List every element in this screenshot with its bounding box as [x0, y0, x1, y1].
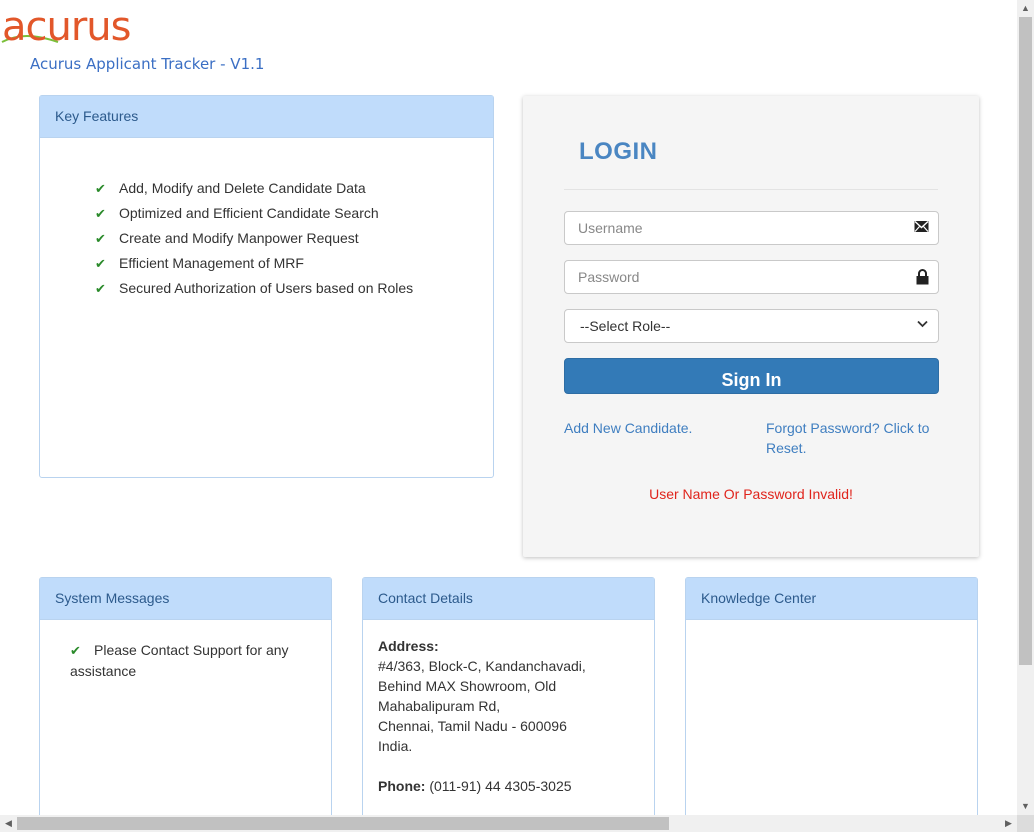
knowledge-center-panel: Knowledge Center [685, 577, 978, 827]
login-error-message: User Name Or Password Invalid! [649, 486, 853, 502]
address-line: #4/363, Block-C, Kandanchavadi, [378, 658, 586, 674]
login-panel: LOGIN --Select Role-- Sign In Add New Ca… [523, 96, 979, 557]
scrollbar-corner [1017, 815, 1034, 832]
contact-details-panel: Contact Details Address: #4/363, Block-C… [362, 577, 655, 827]
password-field[interactable] [564, 260, 939, 294]
add-new-candidate-link[interactable]: Add New Candidate. [564, 418, 692, 438]
phone-row: Phone: (011-91) 44 4305-3025 [378, 776, 639, 796]
username-field[interactable] [564, 211, 939, 245]
scroll-up-arrow-icon[interactable]: ▲ [1017, 0, 1034, 17]
login-title: LOGIN [579, 138, 658, 165]
address-line: Behind MAX Showroom, Old [378, 678, 557, 694]
scroll-right-arrow-icon[interactable]: ▶ [1000, 815, 1017, 832]
check-icon: ✔ [95, 181, 106, 196]
address-line: Chennai, Tamil Nadu - 600096 [378, 718, 567, 734]
phone-label: Phone: [378, 778, 426, 794]
contact-body: Address: #4/363, Block-C, Kandanchavadi,… [363, 620, 654, 796]
lock-icon [916, 269, 929, 285]
login-divider [564, 189, 938, 190]
feature-list: ✔ Add, Modify and Delete Candidate Data ✔… [40, 138, 493, 303]
vertical-scrollbar[interactable]: ▲ ▼ [1017, 0, 1034, 815]
system-message: ✔ Please Contact Support for any assistan… [40, 620, 300, 681]
feature-label: Secured Authorization of Users based on … [119, 280, 414, 296]
scroll-down-arrow-icon[interactable]: ▼ [1017, 798, 1034, 815]
scroll-left-arrow-icon[interactable]: ◀ [0, 815, 17, 832]
app-subtitle: Acurus Applicant Tracker - V1.1 [30, 55, 265, 73]
address-line: India. [378, 738, 413, 754]
knowledge-center-heading: Knowledge Center [686, 578, 977, 620]
feature-label: Create and Modify Manpower Request [119, 230, 359, 246]
sign-in-button[interactable]: Sign In [564, 358, 939, 394]
list-item: ✔ Add, Modify and Delete Candidate Data [95, 178, 493, 203]
list-item: ✔ Secured Authorization of Users based on… [95, 278, 493, 303]
feature-label: Optimized and Efficient Candidate Search [119, 205, 379, 221]
check-icon: ✔ [95, 281, 106, 296]
key-features-heading: Key Features [40, 96, 493, 138]
list-item: ✔ Efficient Management of MRF [95, 253, 493, 278]
username-input[interactable] [576, 212, 900, 244]
feature-label: Add, Modify and Delete Candidate Data [119, 180, 366, 196]
horizontal-scrollbar[interactable]: ◀ ▶ [0, 815, 1017, 832]
address-label: Address: [378, 638, 439, 654]
check-icon: ✔ [95, 231, 106, 246]
phone-number: (011-91) 44 4305-3025 [429, 778, 572, 794]
password-input[interactable] [576, 261, 900, 293]
chevron-down-icon [917, 320, 928, 328]
vertical-scroll-thumb[interactable] [1019, 17, 1032, 665]
horizontal-scroll-thumb[interactable] [17, 817, 669, 830]
list-item: ✔ Create and Modify Manpower Request [95, 228, 493, 253]
feature-label: Efficient Management of MRF [119, 255, 304, 271]
role-select[interactable]: --Select Role-- [564, 309, 939, 343]
check-icon: ✔ [95, 256, 106, 271]
envelope-icon [914, 220, 929, 232]
forgot-password-link[interactable]: Forgot Password? Click to Reset. [766, 418, 946, 458]
system-messages-panel: System Messages ✔ Please Contact Support … [39, 577, 332, 827]
check-icon: ✔ [95, 206, 106, 221]
contact-details-heading: Contact Details [363, 578, 654, 620]
system-message-text: Please Contact Support for any assistanc… [70, 642, 289, 679]
logo-text: acurus [2, 4, 131, 50]
system-messages-heading: System Messages [40, 578, 331, 620]
role-select-value: --Select Role-- [580, 318, 671, 334]
key-features-panel: Key Features ✔ Add, Modify and Delete Can… [39, 95, 494, 478]
list-item: ✔ Optimized and Efficient Candidate Searc… [95, 203, 493, 228]
check-icon: ✔ [70, 643, 81, 658]
address-line: Mahabalipuram Rd, [378, 698, 501, 714]
